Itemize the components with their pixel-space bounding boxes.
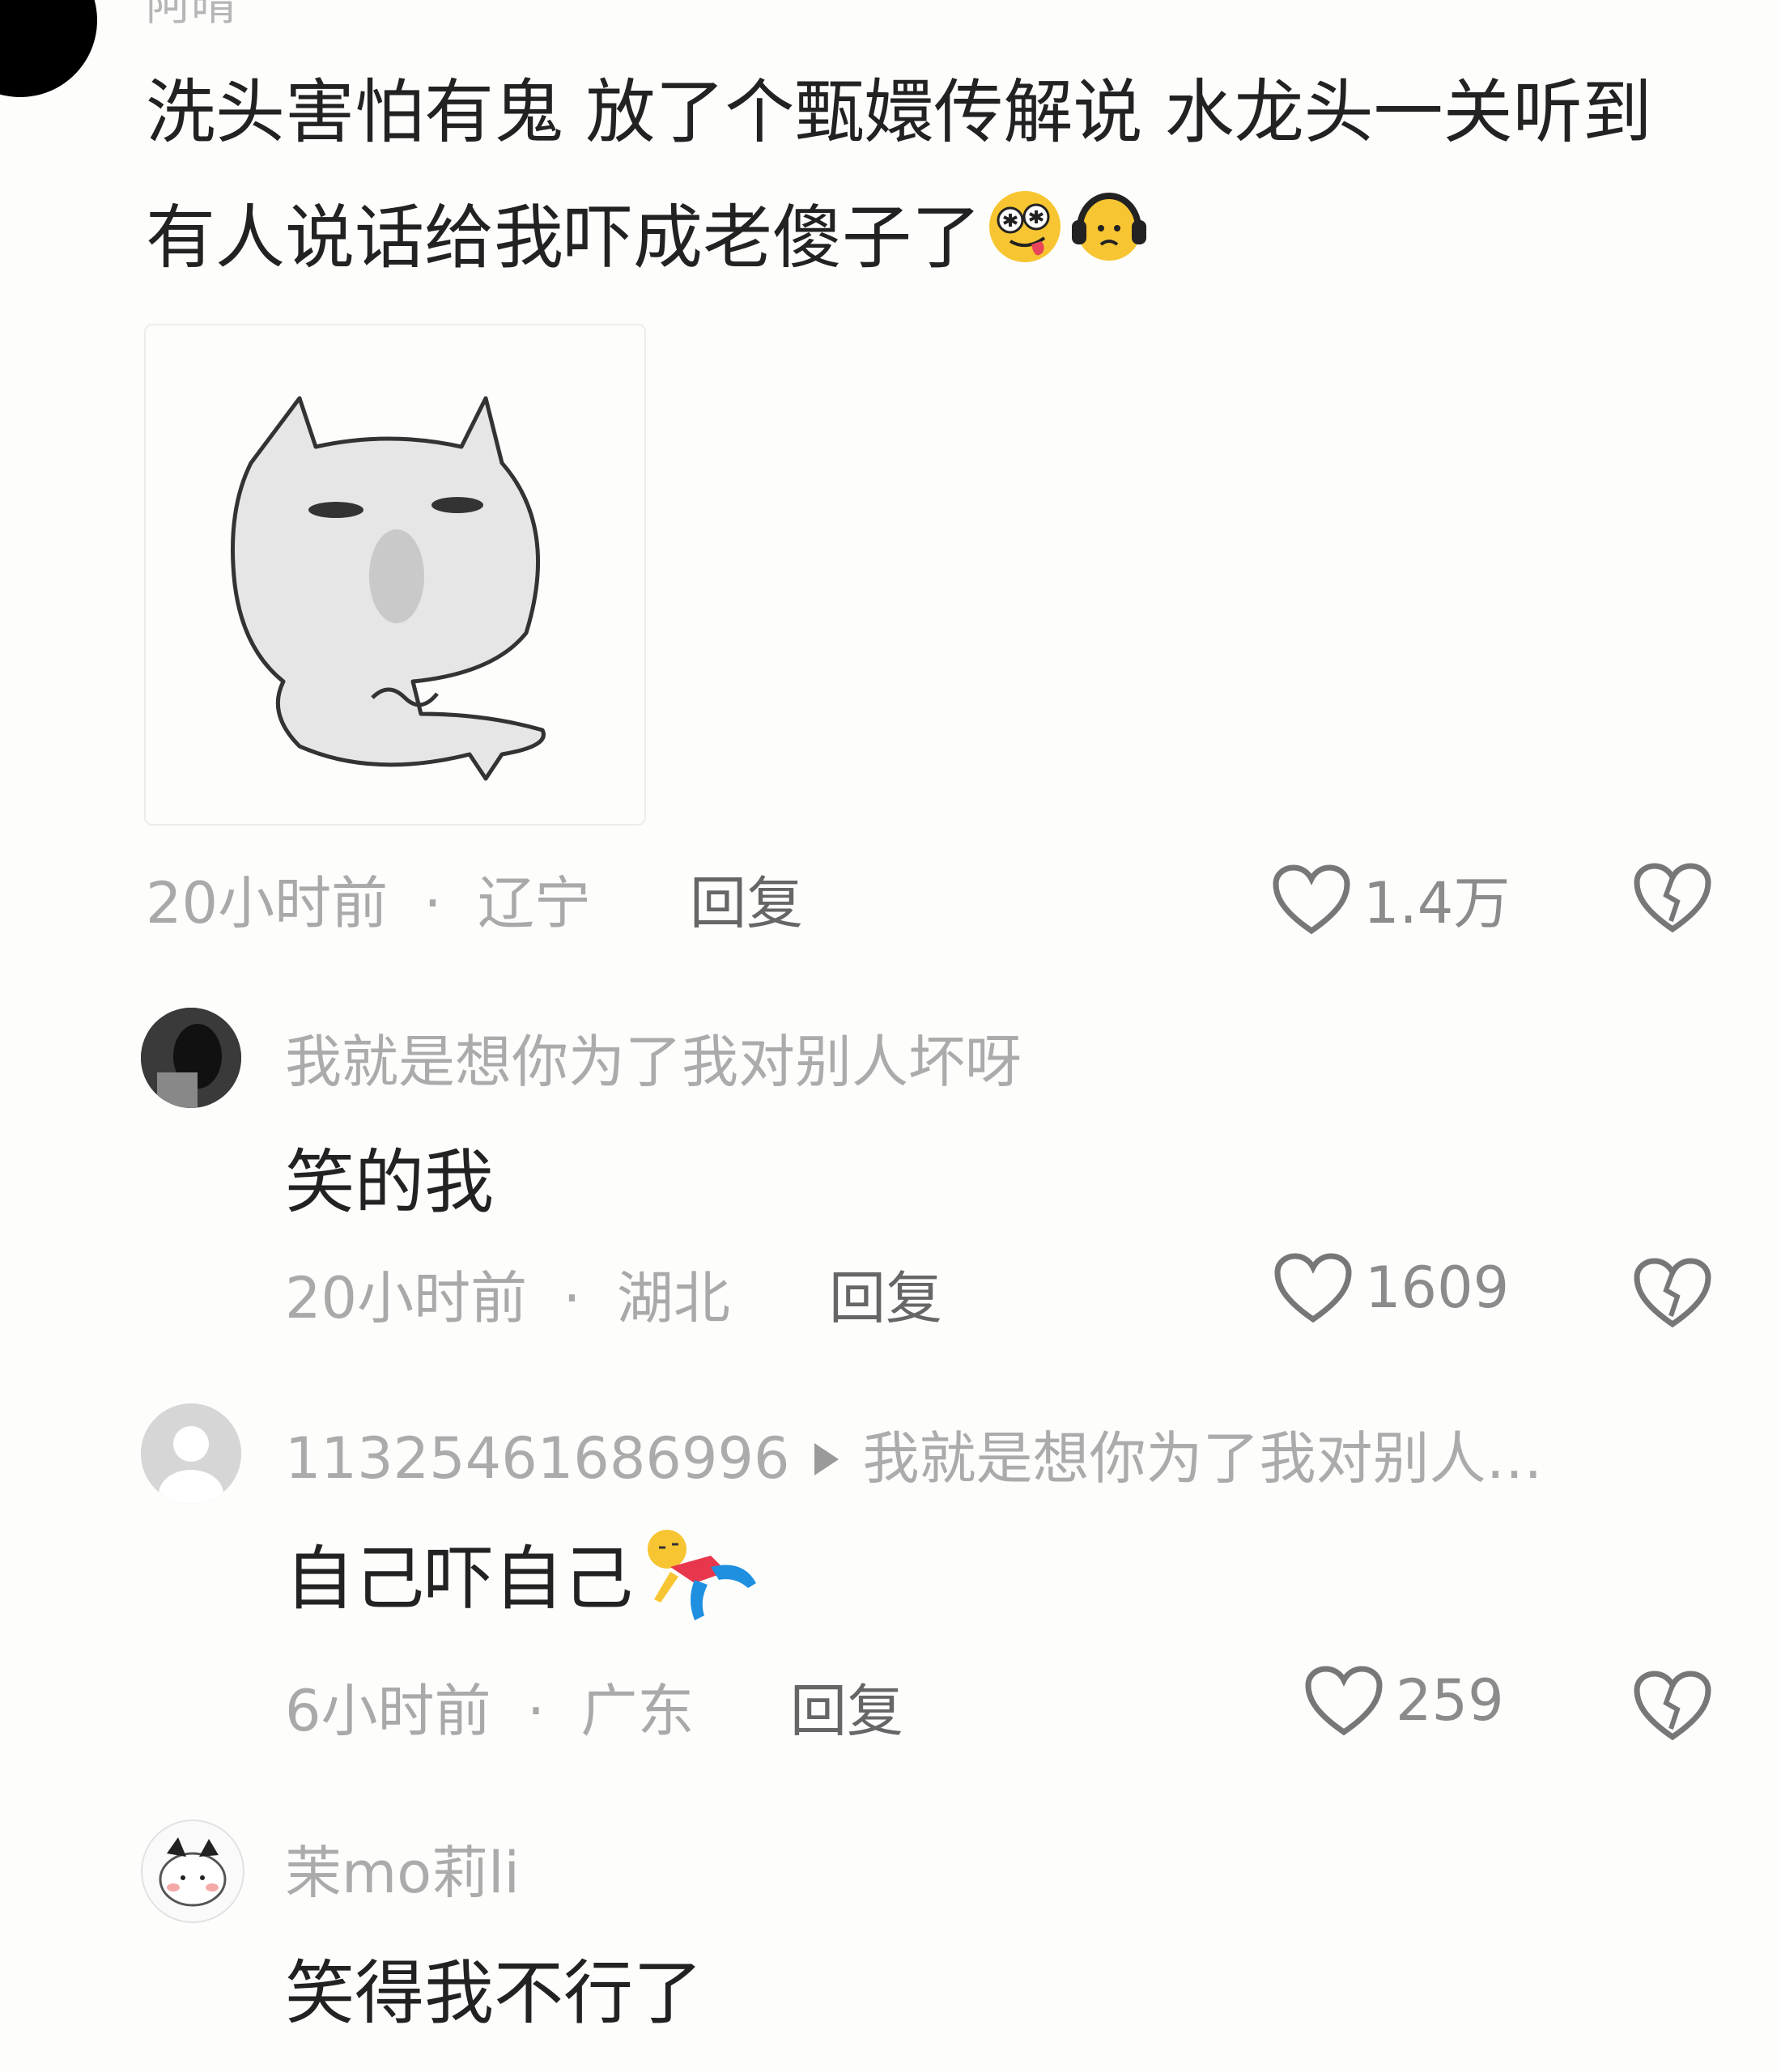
heart-icon <box>1305 1666 1383 1735</box>
comment-text: 洗头害怕有鬼 放了个甄嬛传解说 水龙头一关听到有人说话给我吓成老傻子了 <box>146 50 1700 305</box>
username[interactable]: 我就是想你为了我对别人坏呀 <box>285 1017 1022 1098</box>
dislike-button[interactable] <box>1634 1671 1711 1743</box>
reply-arrow-icon <box>814 1442 839 1475</box>
avatar[interactable] <box>141 1008 241 1108</box>
reply-to-username[interactable]: 我就是想你为了我对别人… <box>863 1425 1543 1492</box>
username[interactable]: 11325461686996 <box>285 1425 790 1492</box>
broken-heart-icon <box>1634 863 1711 933</box>
comment-thread: 阿晴 洗头害怕有鬼 放了个甄嬛传解说 水龙头一关听到有人说话给我吓成老傻子了 2… <box>0 0 1781 2072</box>
like-button[interactable]: 1.4万 <box>1273 858 1510 940</box>
timestamp: 20小时前 <box>285 1265 528 1331</box>
location: 辽宁 <box>477 870 591 936</box>
avatar[interactable] <box>0 0 97 97</box>
like-count: 1609 <box>1365 1255 1510 1321</box>
separator: · <box>563 1265 581 1331</box>
username[interactable]: 阿晴 <box>146 0 236 33</box>
comment-meta: 20小时前 · 辽宁 <box>146 858 591 940</box>
cat-face-sticker[interactable] <box>144 324 646 826</box>
reply-text: 笑得我不行了 <box>285 1953 703 2034</box>
location: 广东 <box>580 1678 695 1744</box>
dislike-button[interactable] <box>1634 863 1711 936</box>
timestamp: 6小时前 <box>285 1678 491 1744</box>
avatar[interactable] <box>141 1819 244 1923</box>
like-count: 1.4万 <box>1363 870 1511 936</box>
username[interactable]: 茉mo莉li <box>285 1828 520 1909</box>
headphones-face-icon <box>1069 180 1150 305</box>
falling-person-icon <box>638 1526 759 1641</box>
comment-text-body: 洗头害怕有鬼 放了个甄嬛传解说 水龙头一关听到有人说话给我吓成老傻子了 <box>146 72 1652 278</box>
reply-header: 11325461686996 我就是想你为了我对别人… <box>285 1413 1543 1495</box>
reply-button[interactable]: 回复 <box>829 1253 942 1335</box>
heart-icon <box>1274 1253 1352 1323</box>
like-button[interactable]: 1609 <box>1274 1253 1509 1323</box>
reply-text-body: 自己吓自己 <box>285 1539 633 1620</box>
reply-button[interactable]: 回复 <box>690 858 803 940</box>
default-avatar-icon[interactable] <box>141 1403 241 1504</box>
comment-meta: 6小时前 · 广东 <box>285 1666 694 1747</box>
broken-heart-icon <box>1634 1671 1711 1741</box>
broken-heart-icon <box>1634 1258 1711 1328</box>
location: 湖北 <box>616 1265 730 1331</box>
separator: · <box>423 870 442 936</box>
reply-button[interactable]: 回复 <box>790 1666 903 1747</box>
dislike-button[interactable] <box>1634 1258 1711 1331</box>
timestamp: 20小时前 <box>146 870 389 936</box>
like-button[interactable]: 259 <box>1305 1666 1504 1735</box>
reply-text: 自己吓自己 <box>285 1522 759 1641</box>
separator: · <box>526 1678 546 1744</box>
dizzy-tongue-face-icon <box>986 180 1064 305</box>
reply-text: 笑的我 <box>285 1142 494 1223</box>
heart-icon <box>1273 864 1350 934</box>
like-count: 259 <box>1396 1667 1504 1734</box>
comment-meta: 20小时前 · 湖北 <box>285 1253 730 1335</box>
